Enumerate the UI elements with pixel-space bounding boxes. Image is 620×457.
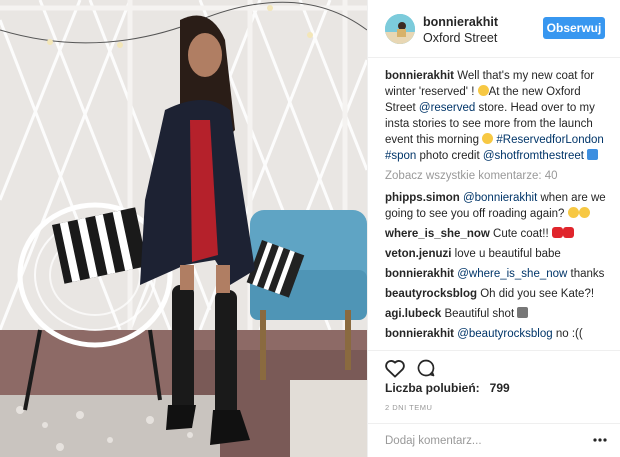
comment-text: Beautiful shot <box>444 308 518 320</box>
comment-username[interactable]: beautyrocksblog <box>385 288 477 300</box>
post-photo[interactable] <box>0 0 367 457</box>
comment-mention-link[interactable]: @beautyrocksblog <box>457 328 552 340</box>
smile-emoji-icon <box>578 207 590 218</box>
comment-item: bonnierakhit @beautyrocksblog no :(( <box>385 326 613 342</box>
comment-bubble-icon[interactable] <box>416 358 436 378</box>
comment-text: thanks <box>567 268 605 280</box>
comment-item: bonnierakhit @where_is_she_now thanks <box>385 266 613 282</box>
comment-username[interactable]: bonnierakhit <box>385 328 454 340</box>
avatar[interactable] <box>385 14 415 44</box>
comment-text: Oh did you see Kate?! <box>480 288 595 300</box>
comment-text: no :(( <box>552 328 583 340</box>
comment-item: veton.jenuzi love u beautiful babe <box>385 246 613 262</box>
post-actions: Liczba polubień: 799 2 DNI TEMU <box>368 350 620 457</box>
blue-heart-emoji-icon <box>587 149 599 160</box>
caption-username[interactable]: bonnierakhit <box>385 70 454 82</box>
camera-emoji-icon <box>517 307 529 318</box>
comment-mention-link[interactable]: @where_is_she_now <box>457 268 567 280</box>
likes-number: 799 <box>489 381 510 395</box>
comment-username[interactable]: bonnierakhit <box>385 268 454 280</box>
red-heart-emoji-icon <box>551 227 563 238</box>
photo-illustration <box>0 0 367 457</box>
header-location[interactable]: Oxford Street <box>423 31 497 45</box>
post-caption: bonnierakhit Well that's my new coat for… <box>385 68 613 164</box>
post-header: bonnierakhit Oxford Street Obserwuj <box>368 0 620 58</box>
comment-username[interactable]: phipps.simon <box>385 192 460 204</box>
comment-item: agi.lubeck Beautiful shot <box>385 306 613 322</box>
post-panel: bonnierakhit Oxford Street Obserwuj bonn… <box>367 0 620 457</box>
add-comment-bar <box>368 423 620 457</box>
comment-username[interactable]: where_is_she_now <box>385 228 490 240</box>
comment-item: where_is_she_now Cute coat!! <box>385 226 613 242</box>
more-options-icon[interactable] <box>593 438 607 442</box>
comment-mention-link[interactable]: @bonnierakhit <box>463 192 537 204</box>
follow-button[interactable]: Obserwuj <box>543 17 605 39</box>
heart-icon[interactable] <box>384 358 406 378</box>
add-comment-input[interactable] <box>385 432 585 450</box>
kiss-emoji-icon <box>482 133 494 144</box>
caption-credit-link[interactable]: @shotfromthestreet <box>483 150 584 162</box>
caption-text: photo credit <box>416 150 483 162</box>
comment-text: love u beautiful babe <box>454 248 561 260</box>
red-heart-emoji-icon <box>562 227 574 238</box>
laughing-emoji-icon <box>477 85 489 96</box>
caption-mention-link[interactable]: @reserved <box>419 102 475 114</box>
likes-count[interactable]: Liczba polubień: 799 <box>385 381 510 395</box>
header-username[interactable]: bonnierakhit <box>423 15 498 29</box>
smile-emoji-icon <box>567 207 579 218</box>
comment-item: beautyrocksblog Oh did you see Kate?! <box>385 286 613 302</box>
post-timestamp: 2 DNI TEMU <box>385 403 433 412</box>
comment-item: phipps.simon @bonnierakhit when are we g… <box>385 190 613 222</box>
view-all-comments-link[interactable]: Zobacz wszystkie komentarze: 40 <box>385 168 613 184</box>
likes-label: Liczba polubień: <box>385 381 480 395</box>
comment-username[interactable]: agi.lubeck <box>385 308 441 320</box>
comment-username[interactable]: veton.jenuzi <box>385 248 451 260</box>
comment-text: Cute coat!! <box>493 228 552 240</box>
comments-list[interactable]: bonnierakhit Well that's my new coat for… <box>385 68 613 350</box>
avatar-image <box>385 14 415 44</box>
